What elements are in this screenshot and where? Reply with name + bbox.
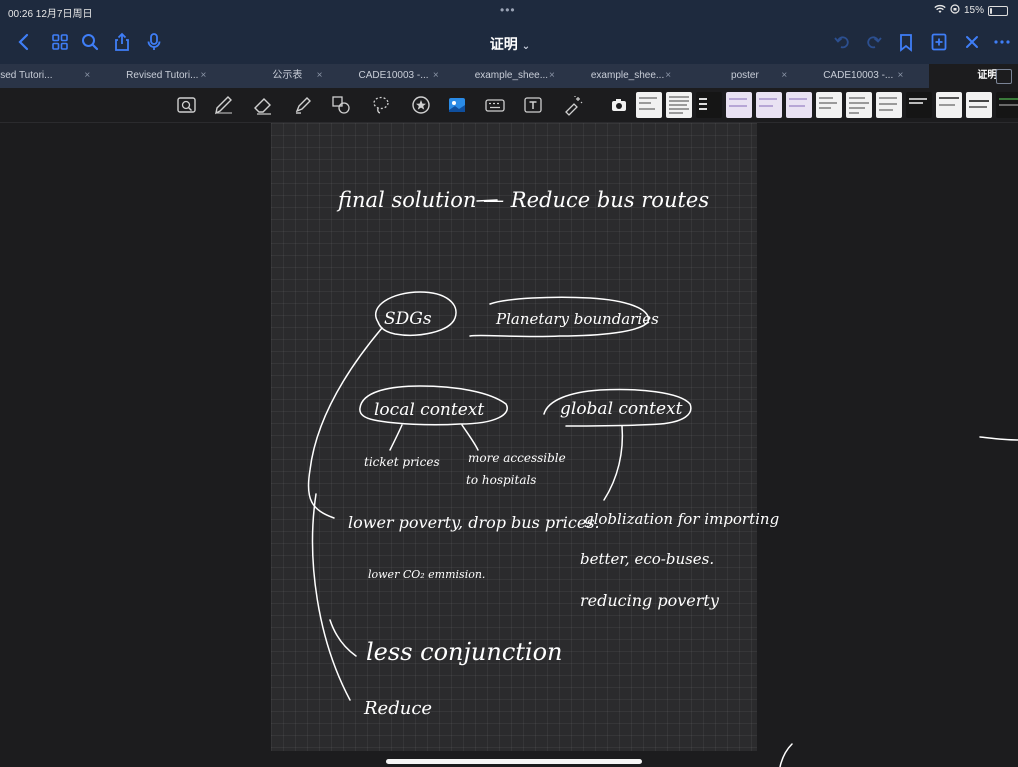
document-thumbnail[interactable]: [936, 92, 962, 118]
document-tabs: ised Tutori... × Revised Tutori... × 公示表…: [0, 64, 1018, 88]
tab-close-icon[interactable]: ×: [665, 64, 671, 88]
laser-pointer-icon[interactable]: [562, 94, 584, 116]
document-thumbnail[interactable]: [756, 92, 782, 118]
tab-example-sheet-2[interactable]: example_shee... ×: [581, 64, 697, 88]
tab-close-icon[interactable]: ×: [433, 64, 439, 88]
tab-label: poster: [731, 70, 759, 81]
tab-poster[interactable]: poster ×: [697, 64, 813, 88]
share-icon[interactable]: [110, 30, 134, 54]
eraser-icon[interactable]: [252, 94, 274, 116]
keyboard-icon[interactable]: [484, 94, 506, 116]
document-thumbnail[interactable]: [726, 92, 752, 118]
tab-label: CADE10003 -...: [823, 70, 894, 81]
document-thumbnail[interactable]: [666, 92, 692, 118]
tab-public-notice[interactable]: 公示表 ×: [232, 64, 348, 88]
lasso-icon[interactable]: [370, 94, 392, 116]
battery-icon: [988, 5, 1008, 16]
note-page[interactable]: [271, 123, 757, 751]
sticker-icon[interactable]: [410, 94, 432, 116]
close-icon[interactable]: [960, 30, 984, 54]
document-title[interactable]: 证明 ⌄: [460, 34, 560, 54]
status-bar: 00:26 12月7日周日 ••• 15%: [0, 0, 1018, 22]
camera-thumbnail[interactable]: [606, 92, 632, 118]
undo-icon[interactable]: [830, 30, 854, 54]
orientation-lock-icon: [950, 4, 960, 17]
battery-percent: 15%: [963, 5, 984, 16]
tab-cade10003-2[interactable]: CADE10003 -... ×: [813, 64, 929, 88]
drawing-toolbar: [0, 88, 1018, 123]
tab-revised-tutorial-1[interactable]: ised Tutori... ×: [0, 64, 116, 88]
tab-label: 公示表: [272, 70, 303, 81]
document-thumbnail[interactable]: [876, 92, 902, 118]
navigation-bar: 证明 ⌄: [0, 22, 1018, 64]
tab-label: CADE10003 -...: [358, 70, 429, 81]
status-time: 00:26 12月7日周日: [8, 9, 93, 20]
redo-icon[interactable]: [862, 30, 886, 54]
document-thumbnail[interactable]: [966, 92, 992, 118]
document-title-text: 证明: [489, 36, 518, 52]
chevron-down-icon: ⌄: [521, 41, 531, 52]
tab-close-icon[interactable]: ×: [781, 64, 787, 88]
add-page-icon[interactable]: [927, 30, 951, 54]
document-thumbnail[interactable]: [846, 92, 872, 118]
tab-close-icon[interactable]: ×: [317, 64, 323, 88]
document-thumbnail[interactable]: [816, 92, 842, 118]
text-box-icon[interactable]: [522, 94, 544, 116]
lasso-zoom-icon[interactable]: [176, 94, 198, 116]
grid-icon[interactable]: [48, 30, 72, 54]
highlighter-icon[interactable]: [292, 94, 314, 116]
document-thumbnail[interactable]: [906, 92, 932, 118]
tab-revised-tutorial-2[interactable]: Revised Tutori... ×: [116, 64, 232, 88]
tab-label: ised Tutori...: [0, 70, 53, 81]
shapes-icon[interactable]: [330, 94, 352, 116]
tab-label: Revised Tutori...: [126, 70, 199, 81]
bookmark-icon[interactable]: [894, 30, 918, 54]
tab-label: 证明: [977, 70, 998, 81]
page-thumbnails: [606, 92, 1018, 118]
multitasking-dots[interactable]: •••: [500, 3, 516, 17]
status-right: 15%: [934, 4, 1008, 17]
tab-cade10003-1[interactable]: CADE10003 -... ×: [349, 64, 465, 88]
home-indicator[interactable]: [386, 759, 642, 764]
back-icon[interactable]: [12, 30, 36, 54]
canvas-area[interactable]: [0, 123, 1018, 767]
image-icon[interactable]: [446, 94, 468, 116]
tab-example-sheet-1[interactable]: example_shee... ×: [465, 64, 581, 88]
tab-label: example_shee...: [590, 70, 665, 81]
tab-close-icon[interactable]: ×: [201, 64, 207, 88]
wifi-icon: [934, 4, 946, 17]
tab-close-icon[interactable]: ×: [84, 64, 90, 88]
document-thumbnail[interactable]: [996, 92, 1018, 118]
pen-icon[interactable]: [212, 94, 234, 116]
microphone-icon[interactable]: [142, 30, 166, 54]
tab-close-icon[interactable]: ×: [549, 64, 555, 88]
tab-overview-icon[interactable]: [996, 69, 1012, 84]
more-icon[interactable]: [990, 30, 1014, 54]
document-thumbnail[interactable]: [636, 92, 662, 118]
document-thumbnail[interactable]: [786, 92, 812, 118]
tab-close-icon[interactable]: ×: [898, 64, 904, 88]
document-thumbnail[interactable]: [696, 92, 722, 118]
search-icon[interactable]: [78, 30, 102, 54]
tab-label: example_shee...: [474, 70, 549, 81]
